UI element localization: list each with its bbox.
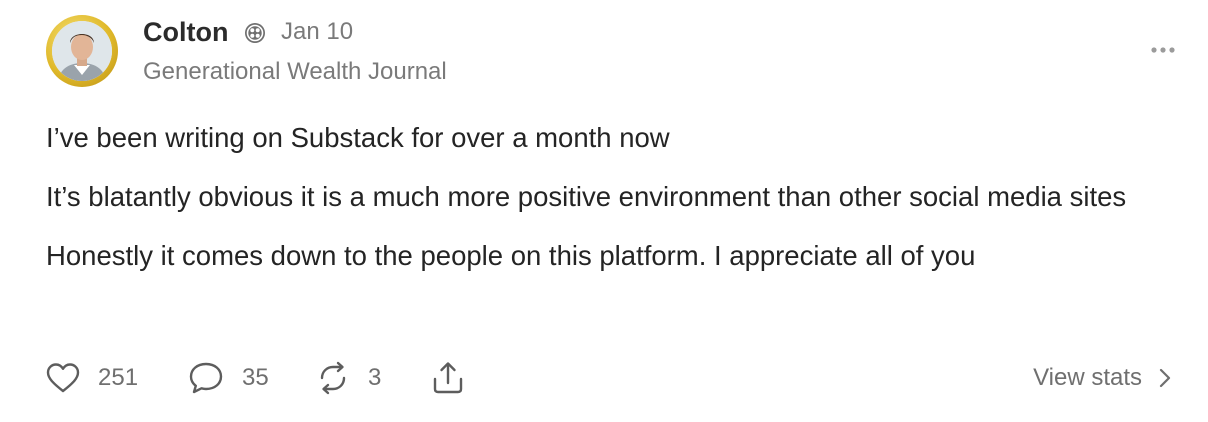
avatar (52, 21, 112, 81)
avatar-photo (52, 21, 112, 81)
view-stats-button[interactable]: View stats (1033, 358, 1172, 398)
post-actions: 251 35 3 View stats (46, 358, 1186, 398)
post-paragraph: Honestly it comes down to the people on … (46, 240, 976, 271)
post-date[interactable]: Jan 10 (281, 17, 353, 47)
chevron-right-icon (1159, 368, 1171, 388)
restack-button[interactable]: 3 (316, 358, 381, 398)
view-stats-label: View stats (1033, 364, 1142, 391)
post-body: I’ve been writing on Substack for over a… (46, 116, 1186, 293)
post-card: Colton Jan 10 Generational Wealth Journa… (0, 0, 1208, 422)
share-button[interactable] (431, 358, 465, 398)
publication-name[interactable]: Generational Wealth Journal (143, 57, 447, 87)
author-name[interactable]: Colton (143, 15, 228, 49)
comment-icon (189, 362, 223, 394)
restack-icon (320, 361, 346, 395)
more-options-icon[interactable] (1148, 38, 1178, 62)
heart-icon (46, 363, 80, 393)
publication-badge-icon (245, 23, 265, 43)
like-button[interactable]: 251 (46, 358, 138, 398)
like-count: 251 (98, 364, 139, 391)
comment-count: 35 (242, 364, 269, 391)
comment-button[interactable]: 35 (188, 358, 269, 398)
post-paragraph: It’s blatantly obvious it is a much more… (46, 181, 1127, 212)
restack-count: 3 (368, 364, 382, 391)
post-paragraph: I’ve been writing on Substack for over a… (46, 122, 670, 153)
share-icon (433, 362, 463, 394)
author-avatar[interactable] (46, 15, 118, 87)
